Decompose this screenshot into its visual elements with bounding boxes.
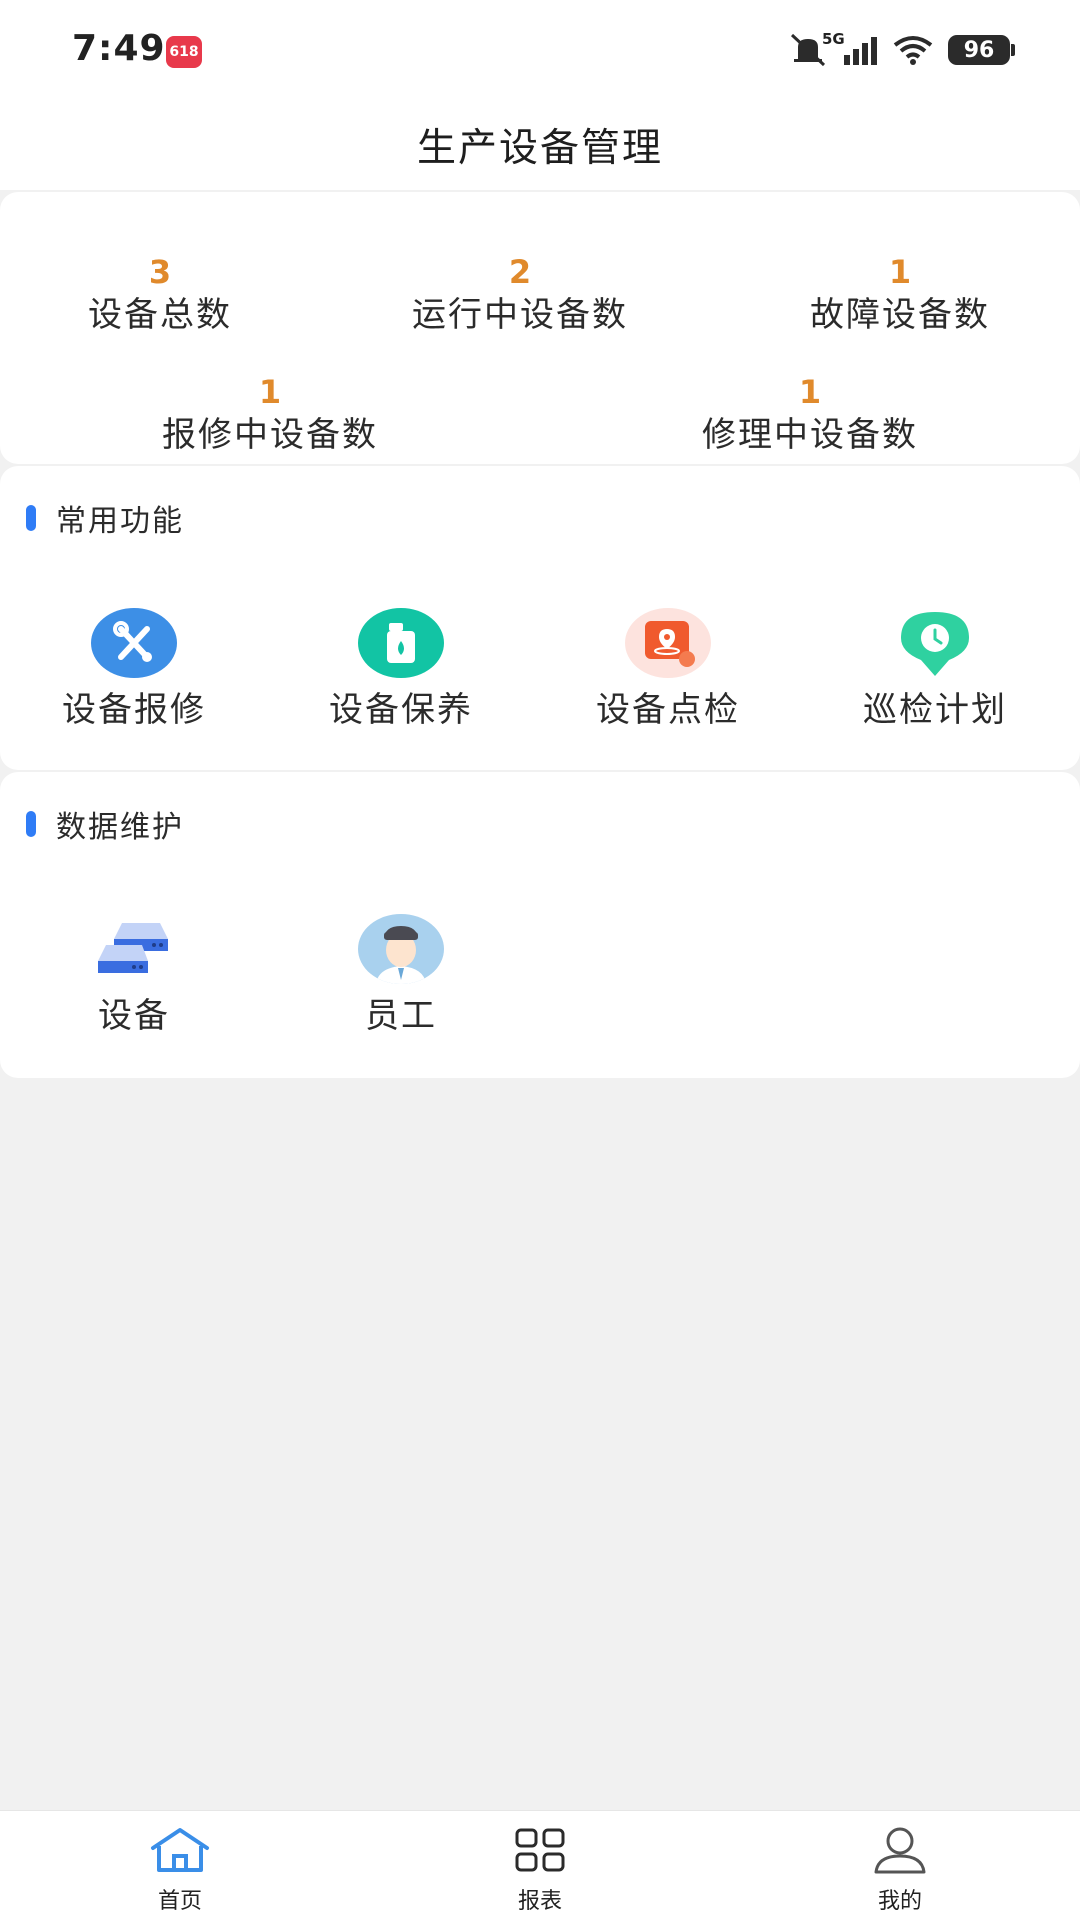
func-equipment-maintenance[interactable]: 设备保养 [291, 608, 511, 731]
user-icon [820, 1825, 980, 1875]
stat-label: 设备总数 [88, 295, 232, 335]
mute-icon [790, 33, 826, 67]
section-accent-bar [26, 505, 36, 531]
oil-can-icon [358, 608, 444, 678]
stat-value: 2 [508, 253, 532, 291]
server-icon [91, 914, 177, 984]
nav-label: 首页 [157, 1889, 202, 1914]
stat-repairing[interactable]: 1 修理中设备数 [702, 372, 918, 458]
page-title: 生产设备管理 [416, 126, 663, 171]
func-inspection-plan[interactable]: 巡检计划 [825, 608, 1045, 731]
wrench-icon [91, 608, 177, 678]
app-notification-icon: 618 [166, 36, 202, 68]
nav-mine[interactable]: 我的 [820, 1825, 980, 1915]
stat-total[interactable]: 3 设备总数 [88, 252, 232, 338]
status-time: 7:49 [72, 28, 166, 69]
nav-home[interactable]: 首页 [100, 1825, 260, 1915]
wifi-icon [893, 36, 933, 65]
stat-reported[interactable]: 1 报修中设备数 [162, 372, 378, 458]
func-label: 员工 [365, 996, 437, 1036]
section-accent-bar [26, 811, 36, 837]
func-label: 巡检计划 [863, 690, 1007, 730]
func-equipment-inspection[interactable]: 设备点检 [558, 608, 778, 731]
func-equipment-repair[interactable]: 设备报修 [24, 608, 244, 731]
nav-reports[interactable]: 报表 [460, 1825, 620, 1915]
common-functions-card: 常用功能 设备报修 设备保养 设备点检 巡检计划 [0, 466, 1080, 770]
status-right: 96 [788, 30, 1015, 70]
stat-value: 1 [888, 253, 912, 291]
maint-employee[interactable]: 员工 [291, 914, 511, 1037]
grid-icon [460, 1825, 620, 1875]
stat-label: 故障设备数 [810, 295, 990, 335]
employee-avatar-icon [358, 914, 444, 984]
clock-pin-icon [892, 608, 978, 678]
signal-icon [844, 37, 877, 65]
stat-value: 1 [798, 373, 822, 411]
stat-label: 报修中设备数 [162, 415, 378, 455]
stat-fault[interactable]: 1 故障设备数 [810, 252, 990, 338]
status-bar: 7:49 618 5G 96 [0, 0, 1080, 100]
bottom-nav: 首页 报表 我的 [0, 1810, 1080, 1920]
func-label: 设备 [98, 996, 170, 1036]
stat-running[interactable]: 2 运行中设备数 [412, 252, 628, 338]
nav-label: 我的 [877, 1889, 922, 1914]
func-label: 设备保养 [329, 690, 473, 730]
func-label: 设备点检 [596, 690, 740, 730]
data-maintenance-card: 数据维护 设备 员工 [0, 772, 1080, 1078]
battery-indicator: 96 [948, 35, 1015, 65]
section-title: 常用功能 [56, 504, 184, 539]
home-icon [100, 1825, 260, 1875]
stats-card: 3 设备总数 2 运行中设备数 1 故障设备数 1 报修中设备数 1 修理中设备… [0, 192, 1080, 464]
nav-label: 报表 [517, 1889, 562, 1914]
section-header: 数据维护 [26, 802, 184, 846]
stat-value: 1 [258, 373, 282, 411]
location-card-icon [625, 608, 711, 678]
func-label: 设备报修 [62, 690, 206, 730]
app-badge-label: 618 [169, 44, 199, 60]
section-header: 常用功能 [26, 496, 184, 540]
stat-label: 运行中设备数 [412, 295, 628, 335]
header: 生产设备管理 [0, 100, 1080, 190]
stat-value: 3 [148, 253, 172, 291]
section-title: 数据维护 [56, 810, 184, 845]
stat-label: 修理中设备数 [702, 415, 918, 455]
maint-equipment[interactable]: 设备 [24, 914, 244, 1037]
